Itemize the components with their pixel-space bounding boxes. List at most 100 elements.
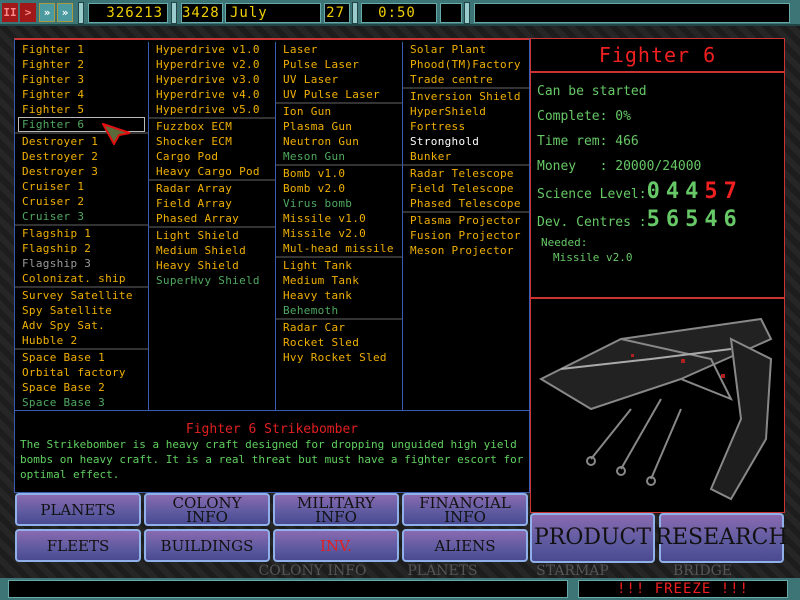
invention-item[interactable]: Flagship 3 — [15, 256, 148, 271]
invention-item[interactable]: SuperHvy Shield — [149, 273, 275, 288]
invention-item[interactable]: Meson Projector — [403, 243, 529, 258]
invention-item[interactable]: Virus bomb — [276, 196, 402, 211]
invention-item[interactable]: Fuzzbox ECM — [149, 119, 275, 134]
invention-item[interactable]: Plasma Gun — [276, 119, 402, 134]
invention-item[interactable]: Survey Satellite — [15, 288, 148, 303]
invention-item[interactable]: Missile v1.0 — [276, 211, 402, 226]
fast-button[interactable]: » — [39, 3, 55, 22]
invention-item[interactable]: Shocker ECM — [149, 134, 275, 149]
invention-item[interactable]: HyperShield — [403, 104, 529, 119]
invention-item[interactable]: Light Shield — [149, 228, 275, 243]
invention-item[interactable]: Hyperdrive v3.0 — [149, 72, 275, 87]
item-group: Survey Satellite Spy Satellite Adv Spy Sat… — [15, 288, 148, 350]
aliens-button[interactable]: ALIENS — [402, 529, 528, 562]
invention-item[interactable]: Phased Telescope — [403, 196, 529, 211]
financial-info-button[interactable]: FINANCIAL INFO — [402, 493, 528, 526]
invention-item[interactable]: Colonizat. ship — [15, 271, 148, 286]
invention-item[interactable]: Fusion Projector — [403, 228, 529, 243]
dev-value: 56546 — [646, 207, 743, 232]
invention-item[interactable]: Pulse Laser — [276, 57, 402, 72]
frame-peg — [352, 2, 358, 24]
invention-item[interactable]: Heavy tank — [276, 288, 402, 303]
invention-item[interactable]: Rocket Sled — [276, 335, 402, 350]
year-display: 3428 — [181, 3, 223, 23]
invention-item[interactable]: Flagship 1 — [15, 226, 148, 241]
invention-item[interactable]: Spy Satellite — [15, 303, 148, 318]
invention-item[interactable]: Inversion Shield — [403, 89, 529, 104]
planets-button[interactable]: PLANETS — [15, 493, 141, 526]
freeze-indicator: !!! FREEZE !!! — [578, 580, 788, 598]
inventions-button[interactable]: INV. — [273, 529, 399, 562]
invention-item[interactable]: Behemoth — [276, 303, 402, 318]
invention-item[interactable]: Fighter 5 — [15, 102, 148, 117]
invention-item[interactable]: Meson Gun — [276, 149, 402, 164]
buildings-button[interactable]: BUILDINGS — [144, 529, 270, 562]
invention-item[interactable]: Radar Array — [149, 181, 275, 196]
invention-item[interactable]: Medium Shield — [149, 243, 275, 258]
invention-item[interactable]: Hyperdrive v4.0 — [149, 87, 275, 102]
time-label: Time rem: — [537, 134, 608, 149]
invention-item[interactable]: Space Base 1 — [15, 350, 148, 365]
invention-item[interactable]: UV Laser — [276, 72, 402, 87]
frame-peg — [78, 2, 84, 24]
colony-info-button[interactable]: COLONY INFO — [144, 493, 270, 526]
invention-item[interactable]: Phood(TM)Factory — [403, 57, 529, 72]
invention-item[interactable]: Heavy Cargo Pod — [149, 164, 275, 179]
invention-item[interactable]: Fighter 4 — [15, 87, 148, 102]
research-info: Can be started Complete: 0% Time rem: 46… — [530, 72, 785, 298]
invention-item[interactable]: Cruiser 1 — [15, 179, 148, 194]
invention-item[interactable]: Bomb v2.0 — [276, 181, 402, 196]
invention-item[interactable]: Hvy Rocket Sled — [276, 350, 402, 365]
invention-item[interactable]: UV Pulse Laser — [276, 87, 402, 102]
invention-item[interactable]: Fighter 3 — [15, 72, 148, 87]
research-button[interactable]: RESEARCH — [655, 513, 788, 563]
invention-item[interactable]: Orbital factory — [15, 365, 148, 380]
invention-item[interactable]: Trade centre — [403, 72, 529, 87]
pause-button[interactable]: II — [2, 3, 18, 22]
invention-item[interactable]: Space Base 3 — [15, 395, 148, 410]
invention-item[interactable]: Space Base 2 — [15, 380, 148, 395]
invention-item[interactable]: Plasma Projector — [403, 213, 529, 228]
invention-item[interactable]: Cargo Pod — [149, 149, 275, 164]
invention-item[interactable]: Bomb v1.0 — [276, 166, 402, 181]
play-button[interactable]: > — [20, 3, 36, 22]
time-display: 0:50 — [361, 3, 437, 23]
invention-item[interactable]: Solar Plant — [403, 42, 529, 57]
invention-item[interactable]: Radar Telescope — [403, 166, 529, 181]
item-group: Radar Car Rocket Sled Hvy Rocket Sled — [276, 320, 402, 365]
invention-item[interactable]: Laser — [276, 42, 402, 57]
invention-item[interactable]: Hyperdrive v5.0 — [149, 102, 275, 117]
invention-item[interactable]: Stronghold — [403, 134, 529, 149]
invention-item[interactable]: Radar Car — [276, 320, 402, 335]
invention-item[interactable]: Fighter 1 — [15, 42, 148, 57]
invention-item[interactable]: Mul-head missile — [276, 241, 402, 256]
invention-item[interactable]: Hubble 2 — [15, 333, 148, 348]
invention-item[interactable]: Medium Tank — [276, 273, 402, 288]
label: INFO — [444, 507, 486, 526]
invention-item[interactable]: Cruiser 3 — [15, 209, 148, 224]
invention-item[interactable]: Hyperdrive v2.0 — [149, 57, 275, 72]
invention-item[interactable]: Flagship 2 — [15, 241, 148, 256]
invention-item[interactable]: Fortress — [403, 119, 529, 134]
fleets-button[interactable]: FLEETS — [15, 529, 141, 562]
invention-item[interactable]: Heavy Shield — [149, 258, 275, 273]
invention-item[interactable]: Cruiser 2 — [15, 194, 148, 209]
invention-item[interactable]: Ion Gun — [276, 104, 402, 119]
dev-label: Dev. Centres : — [537, 215, 647, 230]
fastest-button[interactable]: » — [57, 3, 73, 22]
product-button[interactable]: PRODUCT — [530, 513, 655, 563]
military-info-button[interactable]: MILITARY INFO — [273, 493, 399, 526]
invention-item[interactable]: Bunker — [403, 149, 529, 164]
invention-item[interactable]: Field Telescope — [403, 181, 529, 196]
invention-item[interactable]: Destroyer 3 — [15, 164, 148, 179]
bg-colony-info-button: COLONY INFO — [258, 563, 367, 579]
invention-item[interactable]: Missile v2.0 — [276, 226, 402, 241]
invention-item[interactable]: Field Array — [149, 196, 275, 211]
invention-item[interactable]: Fighter 2 — [15, 57, 148, 72]
invention-item[interactable]: Light Tank — [276, 258, 402, 273]
invention-item[interactable]: Neutron Gun — [276, 134, 402, 149]
invention-item[interactable]: Hyperdrive v1.0 — [149, 42, 275, 57]
invention-item[interactable]: Phased Array — [149, 211, 275, 226]
invention-item[interactable]: Destroyer 2 — [15, 149, 148, 164]
invention-item[interactable]: Adv Spy Sat. — [15, 318, 148, 333]
